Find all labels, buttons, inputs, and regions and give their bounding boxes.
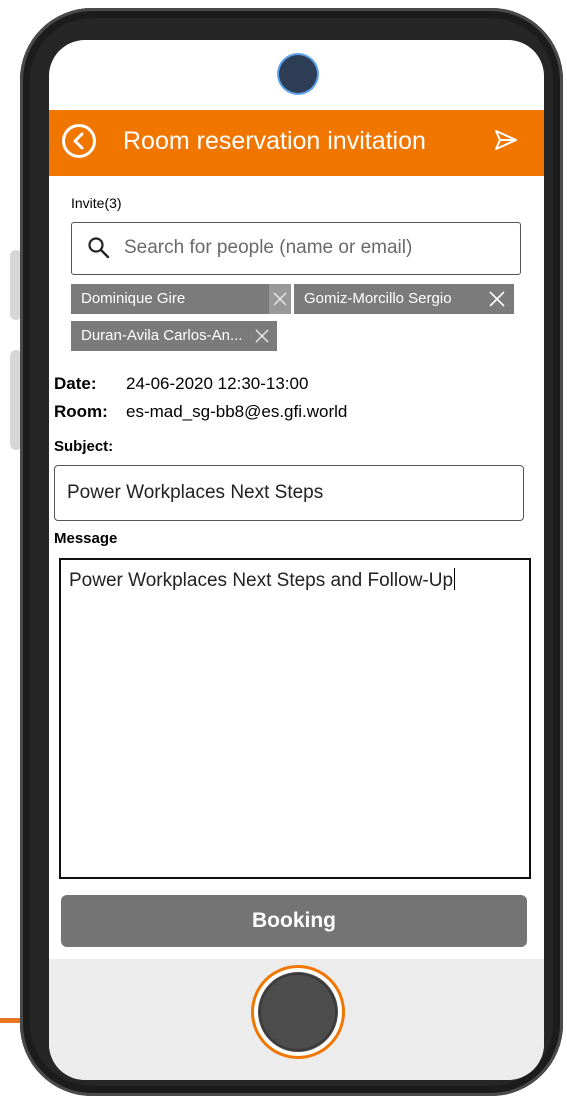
- page-title: Room reservation invitation: [123, 127, 426, 155]
- close-icon: [273, 292, 287, 306]
- send-icon: [495, 130, 517, 150]
- subject-field[interactable]: Power Workplaces Next Steps: [54, 465, 524, 521]
- room-row: Room: es-mad_sg-bb8@es.gfi.world: [54, 402, 347, 422]
- invitee-chip: Dominique Gire: [71, 284, 291, 314]
- text-caret: [454, 568, 456, 590]
- back-arrow-icon: [73, 132, 84, 150]
- people-search-box[interactable]: [71, 222, 521, 275]
- invitee-chip: Gomiz-Morcillo Sergio: [294, 284, 514, 314]
- booking-button[interactable]: Booking: [61, 895, 527, 947]
- invitee-chip: Duran-Avila Carlos-An...: [71, 321, 277, 351]
- search-icon: [88, 237, 110, 259]
- app-header: Room reservation invitation: [49, 110, 544, 176]
- back-button[interactable]: [62, 124, 96, 158]
- phone-screen: Room reservation invitation Invite(3) Do…: [49, 40, 544, 1080]
- date-value: 24-06-2020 12:30-13:00: [126, 374, 309, 393]
- date-row: Date: 24-06-2020 12:30-13:00: [54, 374, 308, 394]
- message-value: Power Workplaces Next Steps and Follow-U…: [69, 570, 454, 591]
- invitee-chip-label: Dominique Gire: [81, 290, 186, 307]
- remove-invitee-button[interactable]: [251, 321, 273, 351]
- invitee-chip-label: Gomiz-Morcillo Sergio: [304, 290, 452, 307]
- room-value: es-mad_sg-bb8@es.gfi.world: [126, 402, 348, 421]
- message-field[interactable]: Power Workplaces Next Steps and Follow-U…: [59, 558, 531, 879]
- remove-invitee-button[interactable]: [486, 284, 508, 314]
- app-stage: Room reservation invitation Invite(3) Do…: [0, 0, 567, 1096]
- home-button[interactable]: [254, 968, 342, 1056]
- message-value-line: Power Workplaces Next Steps and Follow-U…: [69, 568, 456, 592]
- close-icon: [255, 329, 269, 343]
- send-button[interactable]: [495, 130, 517, 155]
- message-label: Message: [54, 530, 118, 547]
- camera-icon: [279, 55, 317, 93]
- date-key: Date:: [54, 374, 97, 393]
- search-input[interactable]: [124, 233, 514, 263]
- invite-label: Invite(3): [71, 195, 122, 211]
- room-key: Room:: [54, 402, 108, 421]
- close-icon: [489, 291, 505, 307]
- remove-invitee-button[interactable]: [269, 284, 291, 314]
- invitee-chip-label: Duran-Avila Carlos-An...: [81, 327, 243, 344]
- subject-label: Subject:: [54, 438, 114, 455]
- subject-value: Power Workplaces Next Steps: [67, 482, 324, 503]
